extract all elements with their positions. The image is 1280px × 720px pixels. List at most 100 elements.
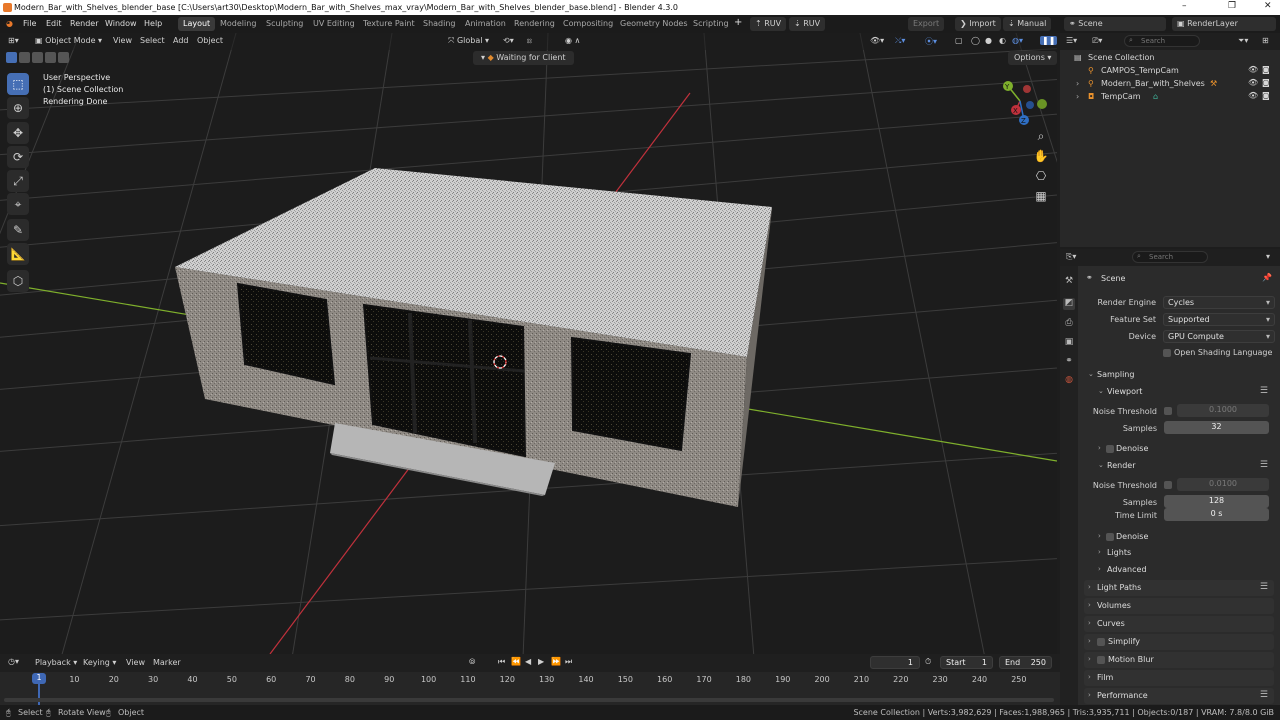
outliner-search-input[interactable]: ⌕ Search bbox=[1124, 35, 1200, 47]
cursor-tool-icon[interactable]: ⊕ bbox=[7, 97, 29, 119]
manual-button[interactable]: ⇣ Manual bbox=[1003, 17, 1052, 31]
scene-tab-icon[interactable]: ⚭ bbox=[1063, 356, 1075, 368]
list-menu-icon[interactable]: ☰ bbox=[1260, 460, 1268, 470]
select-new-icon[interactable] bbox=[6, 52, 17, 63]
menu-window[interactable]: Window bbox=[105, 19, 137, 28]
motion-blur-checkbox[interactable] bbox=[1097, 656, 1105, 664]
stopwatch-icon[interactable]: ⏱ bbox=[925, 657, 931, 667]
transform-tool-icon[interactable]: ⌖ bbox=[7, 193, 29, 215]
osl-checkbox[interactable] bbox=[1163, 349, 1171, 357]
outliner-item-campos[interactable]: ⚲ CAMPOS_TempCam 👁 ◙ bbox=[1060, 65, 1280, 78]
list-menu-icon[interactable]: ☰ bbox=[1260, 582, 1268, 592]
world-tab-icon[interactable]: ◍ bbox=[1063, 375, 1075, 387]
timeline-menu-keying[interactable]: Keying ▾ bbox=[83, 658, 116, 667]
list-menu-icon[interactable]: ☰ bbox=[1260, 690, 1268, 700]
tab-scripting[interactable]: Scripting bbox=[688, 17, 734, 31]
section-volumes[interactable]: › Volumes bbox=[1084, 598, 1274, 614]
viewport-menu-view[interactable]: View bbox=[113, 36, 132, 45]
select-intersect-icon[interactable] bbox=[58, 52, 69, 63]
display-mode-icon[interactable]: ⎚▾ bbox=[1092, 36, 1102, 46]
export-button[interactable]: Export bbox=[908, 17, 945, 31]
xray-toggle-icon[interactable]: ▢ bbox=[955, 36, 963, 45]
subsection-render[interactable]: ⌄ Render ☰ bbox=[1094, 458, 1274, 474]
zoom-icon[interactable]: ⌕ bbox=[1032, 129, 1050, 147]
current-frame-field[interactable]: 1 bbox=[870, 656, 920, 669]
list-menu-icon[interactable]: ☰ bbox=[1260, 386, 1268, 396]
vp-noise-threshold-field[interactable]: 0.1000 bbox=[1177, 404, 1269, 417]
outliner-root-row[interactable]: ▤ Scene Collection bbox=[1060, 52, 1280, 65]
ruv-button-1[interactable]: ⇡ RUV bbox=[750, 17, 787, 31]
r-samples-field[interactable]: 128 bbox=[1164, 495, 1269, 508]
viewport-options-button[interactable]: Options ▾ bbox=[1008, 51, 1058, 65]
viewport-menu-add[interactable]: Add bbox=[173, 36, 189, 45]
menu-render[interactable]: Render bbox=[70, 19, 98, 28]
proportional-edit-icon[interactable]: ◉ ∧ bbox=[565, 36, 580, 45]
add-workspace-button[interactable]: + bbox=[734, 17, 742, 28]
expand-arrow-icon[interactable]: › bbox=[1076, 92, 1079, 101]
rotate-tool-icon[interactable]: ⟳ bbox=[7, 146, 29, 168]
timeline-menu-playback[interactable]: Playback ▾ bbox=[35, 658, 77, 667]
playhead-frame-indicator[interactable]: 1 bbox=[32, 673, 46, 684]
render-engine-dropdown[interactable]: Cycles ▾ bbox=[1163, 296, 1275, 309]
subsection-vp-denoise[interactable]: › Denoise bbox=[1094, 441, 1274, 457]
play-icon[interactable]: ▶ bbox=[538, 657, 544, 666]
blender-menu-icon[interactable]: ◕ bbox=[6, 19, 13, 28]
start-frame-field[interactable]: Start 1 bbox=[940, 656, 993, 669]
render-camera-icon[interactable]: ◙ bbox=[1262, 91, 1270, 100]
tab-shading[interactable]: Shading bbox=[418, 17, 461, 31]
subsection-r-denoise[interactable]: › Denoise bbox=[1094, 529, 1274, 545]
jump-start-icon[interactable]: ⏮ bbox=[498, 657, 505, 667]
view-layer-tab-icon[interactable]: ▣ bbox=[1063, 337, 1075, 349]
jump-end-icon[interactable]: ⏭ bbox=[565, 657, 572, 667]
feature-set-dropdown[interactable]: Supported ▾ bbox=[1163, 313, 1275, 326]
viewport-menu-select[interactable]: Select bbox=[140, 36, 165, 45]
timeline-scrollbar[interactable] bbox=[4, 698, 1054, 702]
new-collection-icon[interactable]: ⊞ bbox=[1262, 36, 1269, 45]
subsection-advanced[interactable]: › Advanced bbox=[1094, 562, 1274, 578]
section-light-paths[interactable]: › Light Paths ☰ bbox=[1084, 580, 1274, 596]
select-extend-icon[interactable] bbox=[19, 52, 30, 63]
r-noise-threshold-field[interactable]: 0.0100 bbox=[1177, 478, 1269, 491]
output-tab-icon[interactable]: ⎙ bbox=[1063, 318, 1075, 330]
properties-editor-icon[interactable]: ⎘▾ bbox=[1066, 252, 1076, 262]
timeline-menu-marker[interactable]: Marker bbox=[153, 658, 181, 667]
timeline-menu-view[interactable]: View bbox=[126, 658, 145, 667]
pan-hand-icon[interactable]: ✋ bbox=[1032, 149, 1050, 167]
add-cube-tool-icon[interactable]: ⬡ bbox=[7, 270, 29, 292]
measure-tool-icon[interactable]: 📐 bbox=[7, 243, 29, 265]
jump-keyframe-forward-icon[interactable]: ⏩ bbox=[551, 657, 561, 666]
vp-samples-field[interactable]: 32 bbox=[1164, 421, 1269, 434]
scene-selector[interactable]: ⚭ Scene bbox=[1064, 17, 1166, 31]
tab-animation[interactable]: Animation bbox=[460, 17, 511, 31]
editor-type-icon[interactable]: ⊞▾ bbox=[8, 36, 19, 45]
gizmo-toggle-icon[interactable]: ⤯▾ bbox=[895, 36, 905, 46]
simplify-checkbox[interactable] bbox=[1097, 638, 1105, 646]
outliner-item-tempcam[interactable]: › ◘ TempCam ⌂ 👁 ◙ bbox=[1060, 91, 1280, 104]
end-frame-field[interactable]: End 250 bbox=[999, 656, 1052, 669]
menu-edit[interactable]: Edit bbox=[46, 19, 62, 28]
solid-shading-icon[interactable]: ● bbox=[985, 36, 992, 45]
render-camera-icon[interactable]: ◙ bbox=[1262, 65, 1270, 74]
gizmo-neg-x-axis[interactable] bbox=[1023, 85, 1031, 93]
filter-icon[interactable]: ⏷▾ bbox=[1238, 36, 1248, 46]
ruv-button-2[interactable]: ⇣ RUV bbox=[789, 17, 826, 31]
tool-tab-icon[interactable]: ⚒ bbox=[1063, 276, 1075, 288]
r-noise-threshold-checkbox[interactable] bbox=[1164, 481, 1172, 489]
viewport-menu-object[interactable]: Object bbox=[197, 36, 223, 45]
r-denoise-checkbox[interactable] bbox=[1106, 533, 1114, 541]
import-button[interactable]: ❯ Import bbox=[955, 17, 1001, 31]
maximize-button[interactable]: ❐ bbox=[1228, 1, 1236, 11]
subsection-viewport[interactable]: ⌄ Viewport ☰ bbox=[1094, 384, 1274, 400]
3d-viewport[interactable] bbox=[0, 33, 1057, 654]
eye-icon[interactable]: 👁 bbox=[1248, 91, 1258, 100]
minimize-button[interactable]: – bbox=[1182, 1, 1187, 11]
render-camera-icon[interactable]: ◙ bbox=[1262, 78, 1270, 87]
ortho-grid-icon[interactable]: ▦ bbox=[1032, 189, 1050, 207]
pin-icon[interactable]: 📌 bbox=[1262, 273, 1272, 282]
chevron-down-icon[interactable]: ▾ bbox=[1266, 252, 1270, 261]
outliner-item-modern-bar[interactable]: › ⚲ Modern_Bar_with_Shelves ⚒ 👁 ◙ bbox=[1060, 78, 1280, 91]
overlays-toggle-icon[interactable]: ⦿▾ bbox=[925, 36, 937, 47]
annotate-tool-icon[interactable]: ✎ bbox=[7, 219, 29, 241]
vp-denoise-checkbox[interactable] bbox=[1106, 445, 1114, 453]
snap-icon[interactable]: ⦂⦂ bbox=[527, 36, 532, 46]
